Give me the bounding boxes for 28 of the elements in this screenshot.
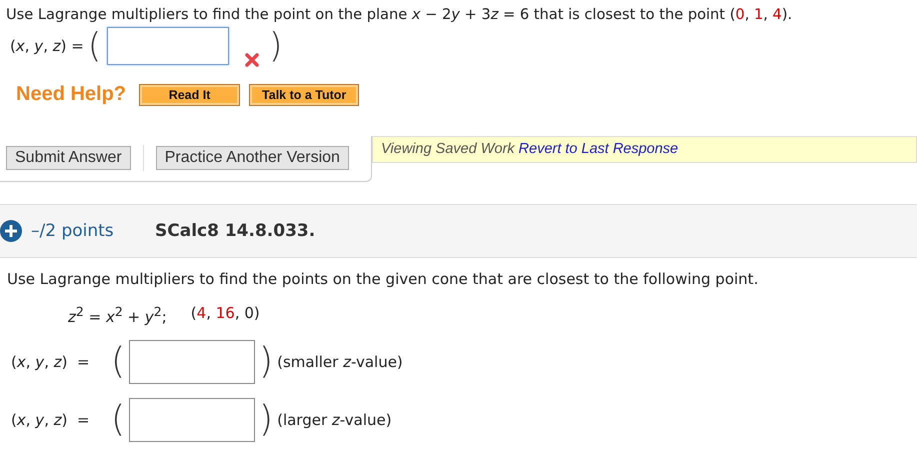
points-label: –/2 points xyxy=(31,221,115,241)
left-paren: ( xyxy=(111,344,126,380)
equation: z$^{2}$ = x$^{2}$ + y$^{2}$; xyxy=(68,304,167,326)
answer-field[interactable] xyxy=(129,398,256,442)
question-text: Use Lagrange multipliers to find the point on the plane x − 2y + 3z = 6 that is closest to the point (0, 1, 4). xyxy=(6,6,792,23)
answer-field[interactable] xyxy=(107,27,230,65)
answer-label: (x, y, z) = xyxy=(11,411,91,429)
revert-link[interactable]: Revert to Last Response xyxy=(518,141,678,157)
question-text: Use Lagrange multipliers to find the points on the given cone that are closest to the following point. xyxy=(7,270,758,288)
left-paren: ( xyxy=(88,29,102,63)
answer-label: (x, y, z) = xyxy=(11,353,91,371)
right-paren: ) xyxy=(269,29,282,63)
submit-button[interactable]: Submit Answer xyxy=(6,146,131,170)
question-code: SCalc8 14.8.033. xyxy=(155,221,316,241)
point: (4, 16, 0) xyxy=(190,304,260,324)
practice-button[interactable]: Practice Another Version xyxy=(156,146,349,170)
right-paren: ) xyxy=(259,344,274,380)
notice-text: Viewing Saved Work xyxy=(381,141,515,157)
answer-hint: (larger z-value) xyxy=(277,411,392,429)
answer-field[interactable] xyxy=(129,340,256,384)
need-help-label: Need Help? xyxy=(16,83,126,106)
help-button[interactable]: Read It xyxy=(139,84,240,106)
left-paren: ( xyxy=(111,402,126,438)
answer-hint: (smaller z-value) xyxy=(277,353,403,371)
expand-icon[interactable] xyxy=(0,220,22,242)
right-paren: ) xyxy=(259,402,274,438)
answer-label: (x, y, z) = xyxy=(10,37,84,55)
help-button[interactable]: Talk to a Tutor xyxy=(249,84,360,106)
